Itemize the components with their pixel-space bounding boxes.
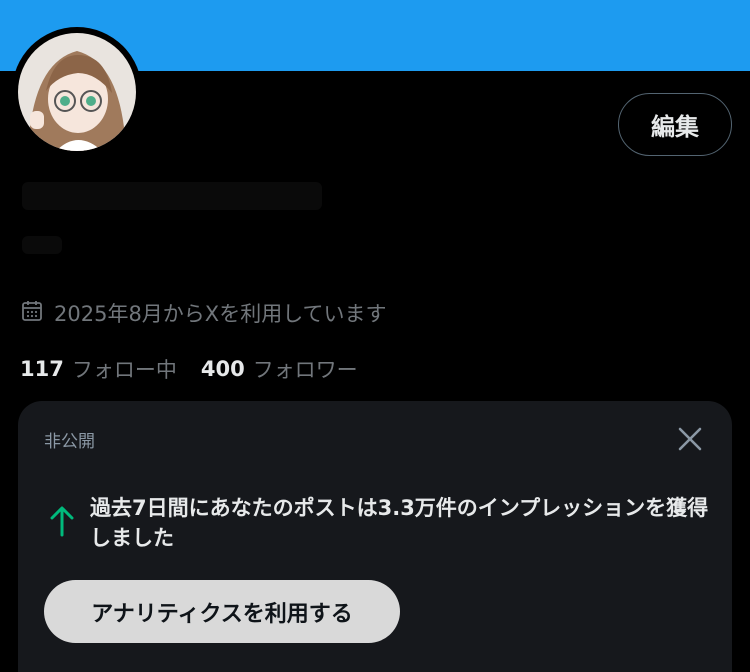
avatar[interactable]	[12, 27, 142, 157]
following-link[interactable]: 117 フォロー中	[20, 354, 177, 384]
private-label: 非公開	[44, 432, 95, 452]
impressions-message: 過去7日間にあなたのポストは3.3万件のインプレッションを獲得しました	[46, 493, 716, 553]
edit-profile-button[interactable]: 編集	[618, 93, 732, 156]
display-name-redacted	[22, 182, 322, 210]
joined-date: 2025年8月からXを利用しています	[20, 296, 387, 330]
close-icon[interactable]	[676, 425, 704, 453]
following-count: 117	[20, 357, 64, 381]
analytics-card: 非公開 過去7日間にあなたのポストは3.3万件のインプレッションを獲得しました …	[18, 401, 732, 672]
use-analytics-button[interactable]: アナリティクスを利用する	[44, 580, 400, 643]
calendar-icon	[20, 299, 44, 328]
handle-redacted	[22, 236, 62, 254]
followers-link[interactable]: 400 フォロワー	[201, 354, 358, 384]
avatar-image	[18, 33, 136, 151]
followers-count: 400	[200, 357, 245, 381]
follow-stats: 117 フォロー中 400 フォロワー	[20, 352, 382, 386]
arrow-up-icon	[46, 503, 90, 543]
joined-text: 2025年8月からXを利用しています	[54, 302, 387, 326]
impressions-text: 過去7日間にあなたのポストは3.3万件のインプレッションを獲得しました	[90, 496, 709, 550]
following-label: フォロー中	[71, 358, 177, 382]
followers-label: フォロワー	[252, 358, 358, 382]
